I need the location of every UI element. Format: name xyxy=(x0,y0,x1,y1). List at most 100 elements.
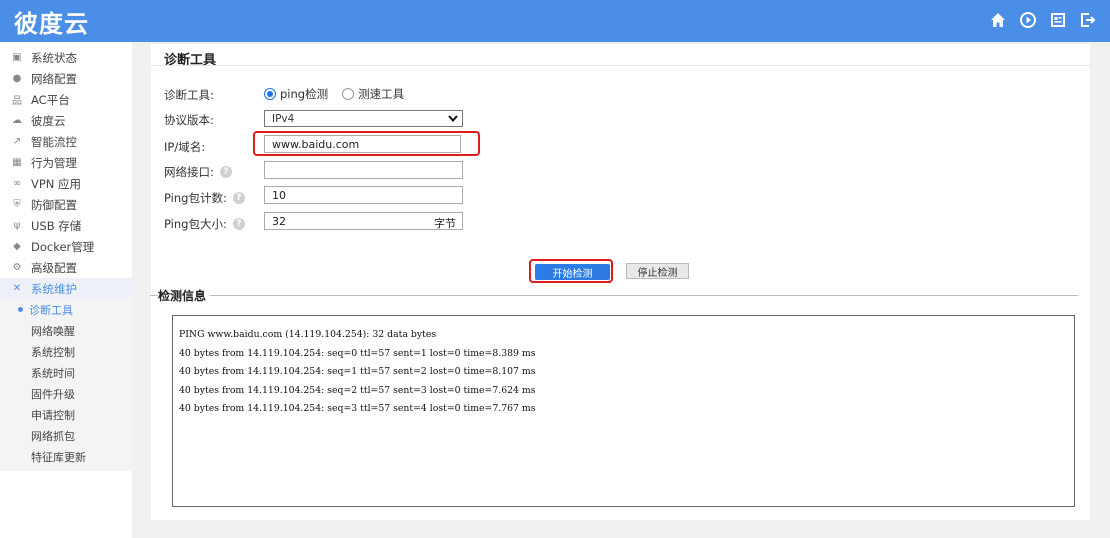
top-bar: 彼度云 xyxy=(0,0,1110,42)
tools-icon: ✕ xyxy=(12,283,22,294)
sidebar-item-label: 防御配置 xyxy=(31,197,77,212)
title-divider xyxy=(151,65,1090,66)
radio-ping[interactable] xyxy=(264,88,276,100)
submenu-item-label: 申请控制 xyxy=(31,408,75,422)
submenu-item-diagnostics[interactable]: 诊断工具 xyxy=(0,299,132,320)
sidebar-item-label: VPN 应用 xyxy=(31,176,82,191)
size-input[interactable]: 32 字节 xyxy=(264,212,463,230)
usb-icon: ψ xyxy=(13,220,21,231)
sidebar-item-behavior[interactable]: ▦ 行为管理 xyxy=(0,152,132,173)
globe-icon: ● xyxy=(12,73,22,84)
sidebar-item-label: 系统状态 xyxy=(31,50,77,65)
sidebar: ▣ 系统状态 ● 网络配置 品 AC平台 ☁ 彼度云 ↗ 智能流控 ▦ 行为管理 ∞ VPN … xyxy=(0,42,132,538)
play-circle-icon[interactable] xyxy=(1018,10,1038,30)
submenu-item-packet-capture[interactable]: 网络抓包 xyxy=(0,425,132,446)
shield-icon: ⛨ xyxy=(13,199,21,210)
submenu-item-label: 网络唤醒 xyxy=(31,324,75,338)
submenu-item-system-time[interactable]: 系统时间 xyxy=(0,362,132,383)
sidebar-item-label: 网络配置 xyxy=(31,71,77,86)
output-line: 40 bytes from 14.119.104.254: seq=1 ttl=… xyxy=(179,366,536,377)
sidebar-item-system-status[interactable]: ▣ 系统状态 xyxy=(0,47,132,68)
active-dot-icon xyxy=(18,307,23,312)
tool-label: 诊断工具: xyxy=(164,88,214,102)
submenu-item-wol[interactable]: 网络唤醒 xyxy=(0,320,132,341)
submenu-item-label: 系统控制 xyxy=(31,345,75,359)
protocol-select-value: IPv4 xyxy=(272,112,295,125)
sidebar-item-ac[interactable]: 品 AC平台 xyxy=(0,89,132,110)
sidebar-item-cloud[interactable]: ☁ 彼度云 xyxy=(0,110,132,131)
count-label-text: Ping包计数: xyxy=(164,191,227,205)
sidebar-item-label: 行为管理 xyxy=(31,155,77,170)
count-label: Ping包计数:? xyxy=(164,190,245,206)
vpn-icon: ∞ xyxy=(12,178,22,189)
help-icon[interactable]: ? xyxy=(232,218,245,230)
output-line: 40 bytes from 14.119.104.254: seq=3 ttl=… xyxy=(179,403,536,414)
logo[interactable]: 彼度云 xyxy=(14,4,89,38)
submenu-item-label: 固件升级 xyxy=(31,387,75,401)
output-console[interactable]: PING www.baidu.com (14.119.104.254): 32 … xyxy=(172,315,1075,507)
sidebar-item-vpn[interactable]: ∞ VPN 应用 xyxy=(0,173,132,194)
submenu-item-signature-update[interactable]: 特征库更新 xyxy=(0,446,132,467)
gear-icon: ⚙ xyxy=(12,262,22,273)
submenu-item-firmware[interactable]: 固件升级 xyxy=(0,383,132,404)
sidebar-item-label: 高级配置 xyxy=(31,260,77,275)
trend-icon: ↗ xyxy=(12,136,22,147)
output-line: 40 bytes from 14.119.104.254: seq=0 ttl=… xyxy=(179,347,536,359)
sidebar-item-label: 系统维护 xyxy=(31,281,77,296)
count-input[interactable]: 10 xyxy=(264,186,463,204)
header-toolbar xyxy=(988,10,1098,30)
chevron-down-icon xyxy=(448,115,458,123)
sidebar-item-defense[interactable]: ⛨ 防御配置 xyxy=(0,194,132,215)
logout-icon[interactable] xyxy=(1078,10,1098,30)
submenu-item-request-control[interactable]: 申请控制 xyxy=(0,404,132,425)
docker-icon: ◆ xyxy=(13,241,21,252)
panel-icon[interactable] xyxy=(1048,10,1068,30)
tool-radio-group: ping检测 测速工具 xyxy=(264,86,418,102)
size-label-text: Ping包大小: xyxy=(164,217,227,231)
radio-ping-label[interactable]: ping检测 xyxy=(280,86,328,102)
output-line: 40 bytes from 14.119.104.254: seq=2 ttl=… xyxy=(179,384,536,396)
output-line: PING www.baidu.com (14.119.104.254): 32 … xyxy=(179,329,437,340)
sidebar-item-advanced[interactable]: ⚙ 高级配置 xyxy=(0,257,132,278)
chart-box-icon: ▦ xyxy=(12,157,22,168)
protocol-select[interactable]: IPv4 xyxy=(264,110,463,127)
ip-label: IP/域名: xyxy=(164,140,206,154)
sidebar-item-label: 彼度云 xyxy=(31,113,66,128)
submenu-item-label: 诊断工具 xyxy=(29,303,73,317)
output-section-title: 检测信息 xyxy=(158,287,211,304)
section-divider xyxy=(150,295,1078,296)
radio-speedtest-label[interactable]: 测速工具 xyxy=(358,86,404,102)
sidebar-item-docker[interactable]: ◆ Docker管理 xyxy=(0,236,132,257)
cloud-icon: ☁ xyxy=(12,115,22,126)
sidebar-item-flow-control[interactable]: ↗ 智能流控 xyxy=(0,131,132,152)
iface-label: 网络接口:? xyxy=(164,164,232,180)
iface-label-text: 网络接口: xyxy=(164,165,214,179)
sidebar-menu: ▣ 系统状态 ● 网络配置 品 AC平台 ☁ 彼度云 ↗ 智能流控 ▦ 行为管理 ∞ VPN … xyxy=(0,42,132,299)
sidebar-item-network[interactable]: ● 网络配置 xyxy=(0,68,132,89)
submenu-item-system-control[interactable]: 系统控制 xyxy=(0,341,132,362)
size-unit: 字节 xyxy=(434,217,456,230)
ip-input-highlight xyxy=(253,131,480,156)
sidebar-item-usb[interactable]: ψ USB 存储 xyxy=(0,215,132,236)
start-button-highlight xyxy=(529,259,613,283)
logo-text: 彼度云 xyxy=(14,9,89,38)
network-tree-icon: 品 xyxy=(12,96,22,107)
protocol-label: 协议版本: xyxy=(164,113,214,127)
stop-button[interactable]: 停止检测 xyxy=(626,263,689,279)
sidebar-submenu: 诊断工具 网络唤醒 系统控制 系统时间 固件升级 申请控制 网络抓包 特征库更新 xyxy=(0,299,132,471)
help-icon[interactable]: ? xyxy=(232,192,245,204)
help-icon[interactable]: ? xyxy=(219,166,232,178)
size-input-value: 32 xyxy=(272,214,286,228)
size-label: Ping包大小:? xyxy=(164,216,245,232)
sidebar-item-label: 智能流控 xyxy=(31,134,77,149)
sidebar-item-label: Docker管理 xyxy=(31,239,95,254)
radio-speedtest[interactable] xyxy=(342,88,355,100)
sidebar-item-maintenance[interactable]: ✕ 系统维护 xyxy=(0,278,132,299)
sidebar-item-label: USB 存储 xyxy=(31,218,82,233)
submenu-item-label: 网络抓包 xyxy=(31,429,75,443)
sidebar-item-label: AC平台 xyxy=(31,92,70,107)
submenu-item-label: 系统时间 xyxy=(31,366,75,380)
home-icon[interactable] xyxy=(988,10,1008,30)
iface-input[interactable] xyxy=(264,161,463,179)
monitor-icon: ▣ xyxy=(12,52,22,63)
